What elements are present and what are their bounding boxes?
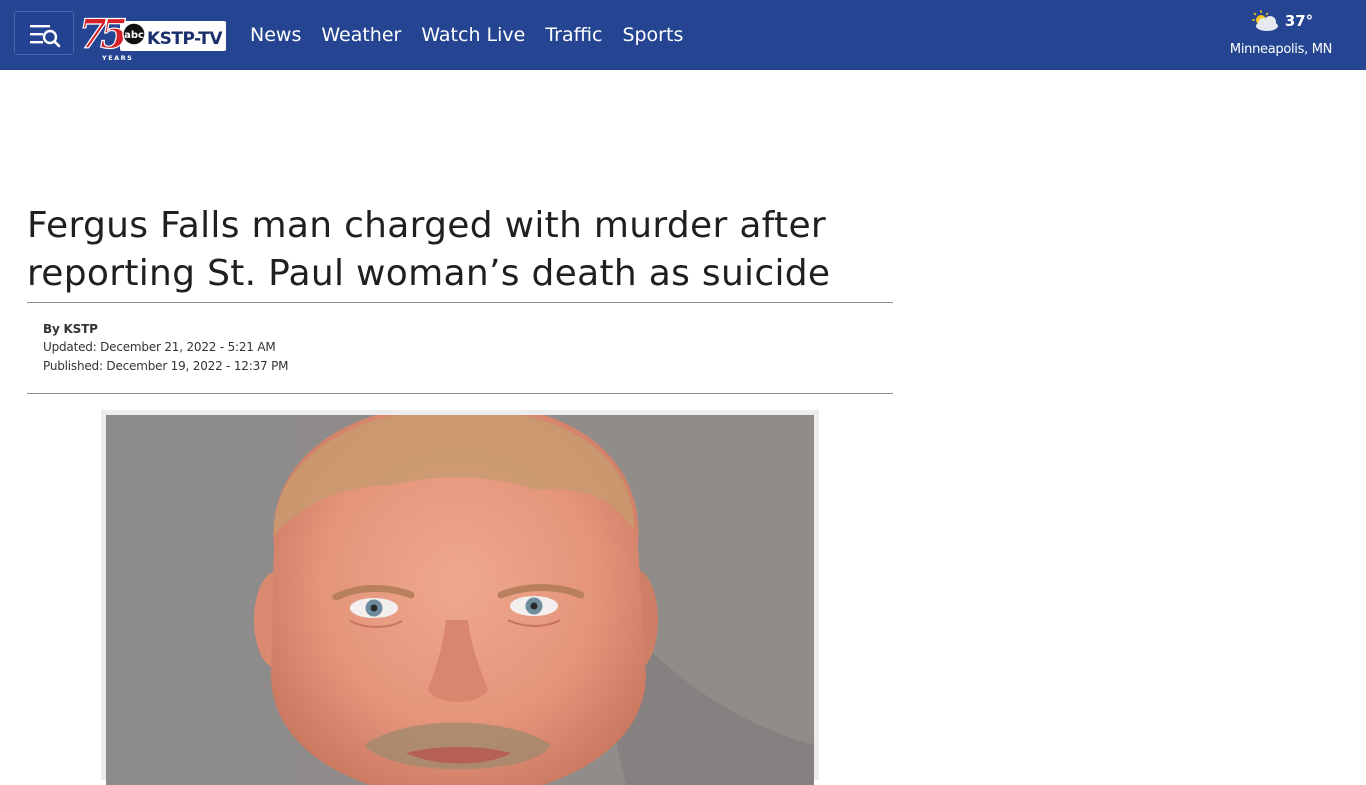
nav-item-sports[interactable]: Sports (612, 24, 693, 46)
weather-temperature: 37° (1284, 12, 1314, 30)
article-meta: By KSTP Updated: December 21, 2022 - 5:2… (43, 320, 288, 376)
article-photo[interactable] (106, 415, 814, 785)
nav-item-weather[interactable]: Weather (311, 24, 411, 46)
article-photo-frame (101, 410, 819, 785)
meta-divider (27, 393, 893, 394)
article-headline: Fergus Falls man charged with murder aft… (27, 205, 831, 294)
updated-date: Updated: December 21, 2022 - 5:21 AM (43, 340, 276, 354)
headline-divider (27, 302, 893, 303)
nav-item-traffic[interactable]: Traffic (535, 24, 612, 46)
partly-cloudy-icon (1251, 10, 1278, 31)
weather-widget[interactable]: 37° Minneapolis, MN (1226, 8, 1336, 57)
svg-text:YEARS: YEARS (101, 54, 133, 62)
svg-text:abc: abc (124, 30, 144, 41)
published-date: Published: December 19, 2022 - 12:37 PM (43, 359, 289, 373)
article-byline: By KSTP (43, 322, 98, 336)
weather-location: Minneapolis, MN (1229, 42, 1333, 57)
nav-item-news[interactable]: News (240, 24, 311, 46)
nav-item-watch-live[interactable]: Watch Live (411, 24, 535, 46)
main-nav: News Weather Watch Live Traffic Sports (240, 0, 693, 70)
svg-text:KSTP-TV: KSTP-TV (147, 29, 223, 49)
menu-search-icon (30, 25, 61, 48)
site-header: 7 5 abc KSTP-TV YEARS News Weather Watch… (0, 0, 1366, 70)
kstp-logo[interactable]: 7 5 abc KSTP-TV YEARS (78, 10, 228, 62)
menu-button[interactable] (14, 11, 74, 55)
